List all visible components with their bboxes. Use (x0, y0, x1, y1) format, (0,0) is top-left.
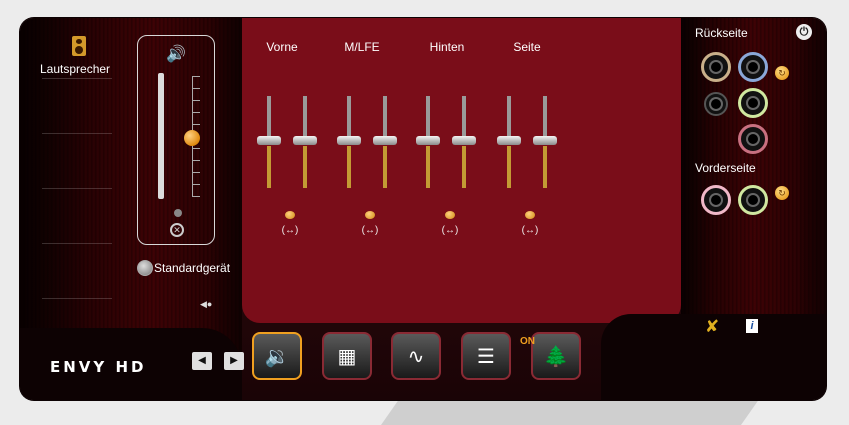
info-icon[interactable]: i (746, 319, 758, 333)
channel-slider-front-right[interactable] (293, 96, 317, 188)
mode-button-equalizer[interactable]: ☰ (461, 332, 511, 380)
channel-slider-lfe[interactable] (373, 96, 397, 188)
nav-separator (42, 298, 112, 299)
channel-slider-center[interactable] (337, 96, 361, 188)
slider-thumb[interactable] (416, 136, 440, 145)
equalizer-icon: ☰ (477, 345, 495, 368)
mode-button-environment[interactable]: 🌲 (531, 332, 581, 380)
default-device-label: Standardgerät (154, 261, 231, 275)
swap-icon[interactable]: ↻ (775, 186, 789, 200)
channel-label-front: Vorne (266, 40, 298, 54)
volume-tick (192, 76, 200, 77)
nav-separator (42, 78, 112, 79)
mode-button-volume[interactable]: 🔉 (252, 332, 302, 380)
front-panel-label: Vorderseite (695, 161, 756, 175)
balance-icon: (↔) (441, 225, 459, 236)
power-icon[interactable]: ⏻ (796, 24, 812, 40)
balance-knob-center-lfe[interactable] (365, 211, 375, 219)
speaker-icon[interactable] (72, 36, 86, 56)
volume-indicator-dot (174, 209, 182, 217)
speaker-plus-minus-icon: 🔉 (264, 345, 290, 368)
master-volume-slider-thumb[interactable] (184, 130, 200, 146)
back-jack-4[interactable] (738, 88, 768, 118)
equalizer-on-badge: ON (520, 336, 535, 347)
speaker-volume-icon[interactable]: 🔊 (166, 44, 186, 64)
mute-icon[interactable]: ✕ (170, 223, 184, 237)
balance-knob-rear[interactable] (445, 211, 455, 219)
channel-mixer: Vorne M/LFE Hinten Seite (↔) (↔) (↔) (↔) (242, 18, 681, 323)
master-volume-panel: 🔊 ✕ (137, 35, 215, 245)
back-jack-1[interactable] (701, 52, 731, 82)
back-jack-5[interactable] (738, 124, 768, 154)
slider-thumb[interactable] (293, 136, 317, 145)
balance-knob-front[interactable] (285, 211, 295, 219)
front-jack-mic[interactable] (701, 185, 731, 215)
back-jack-3[interactable] (704, 92, 728, 116)
nav-separator (42, 188, 112, 189)
mode-button-speaker-config[interactable]: ▦ (322, 332, 372, 380)
channel-label-side: Seite (513, 40, 541, 54)
balance-icon: (↔) (361, 225, 379, 236)
channel-label-center-lfe: M/LFE (344, 40, 380, 54)
waveform-icon: ∿ (407, 345, 425, 368)
volume-tick (192, 160, 200, 161)
volume-tick (192, 148, 200, 149)
swap-icon[interactable]: ↻ (775, 66, 789, 80)
volume-level-meter (158, 73, 164, 199)
balance-icon: (↔) (521, 225, 539, 236)
volume-tick (192, 124, 200, 125)
slider-thumb[interactable] (533, 136, 557, 145)
slider-thumb[interactable] (497, 136, 521, 145)
brand-logo: ENVY HD (50, 358, 147, 376)
slider-thumb[interactable] (373, 136, 397, 145)
trees-house-icon: 🌲 (543, 345, 569, 368)
channel-slider-side-right[interactable] (533, 96, 557, 188)
volume-tick (192, 88, 200, 89)
default-device-radio[interactable] (137, 260, 153, 276)
channel-slider-front-left[interactable] (257, 96, 281, 188)
volume-tick (192, 196, 200, 197)
speaker-grid-icon: ▦ (337, 345, 357, 368)
mode-button-sound-effects[interactable]: ∿ (391, 332, 441, 380)
volume-tick (192, 184, 200, 185)
volume-tick (192, 172, 200, 173)
volume-tick (192, 100, 200, 101)
front-jack-headphone[interactable] (738, 185, 768, 215)
next-button[interactable]: ▶ (224, 352, 244, 370)
slider-thumb[interactable] (257, 136, 281, 145)
channel-slider-side-left[interactable] (497, 96, 521, 188)
back-jack-2[interactable] (738, 52, 768, 82)
nav-separator (42, 243, 112, 244)
channel-slider-rear-right[interactable] (452, 96, 476, 188)
nav-item-speakers[interactable]: Lautsprecher (40, 62, 110, 76)
collapse-arrows-icon[interactable]: ◀● (200, 299, 212, 310)
channel-label-rear: Hinten (429, 40, 465, 54)
slider-thumb[interactable] (452, 136, 476, 145)
slider-thumb[interactable] (337, 136, 361, 145)
volume-tick (192, 112, 200, 113)
back-panel-label: Rückseite (695, 26, 748, 40)
balance-icon: (↔) (281, 225, 299, 236)
wrench-screwdriver-icon[interactable]: ✘ (705, 317, 719, 337)
audio-control-window: Lautsprecher 🔊 ✕ Standardgerät ◀● ENVY H… (20, 18, 826, 400)
nav-separator (42, 133, 112, 134)
previous-button[interactable]: ◀ (192, 352, 212, 370)
balance-knob-side[interactable] (525, 211, 535, 219)
channel-slider-rear-left[interactable] (416, 96, 440, 188)
